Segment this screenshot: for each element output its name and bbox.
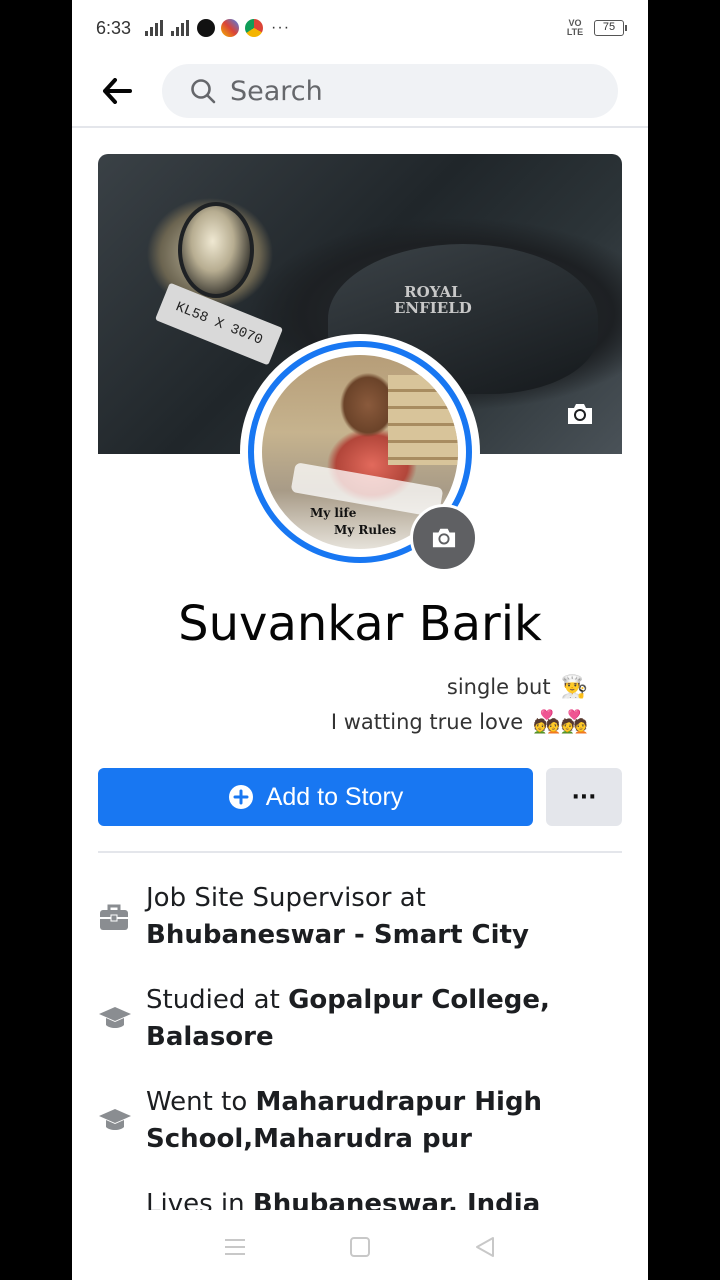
divider [98, 851, 622, 853]
signal-icon [145, 20, 164, 36]
detail-work[interactable]: Job Site Supervisor at Bhubaneswar - Smar… [98, 880, 622, 954]
search-bar[interactable] [162, 64, 618, 118]
detail-lives-in[interactable]: Lives in Bhubaneswar, India [98, 1186, 622, 1210]
detail-school-prefix: Went to [146, 1087, 248, 1117]
system-navigation-bar [72, 1214, 648, 1280]
detail-school[interactable]: Went to Maharudrapur High School,Maharud… [98, 1084, 622, 1158]
briefcase-icon [98, 880, 146, 936]
profile-bio: single but 👨‍🍳 I watting true love 💑💑 [331, 670, 588, 740]
back-button[interactable] [72, 61, 162, 121]
cover-headlamp [178, 202, 254, 298]
search-icon [191, 79, 216, 104]
avatar-caption: My life My Rules [310, 506, 397, 537]
chrome-icon [245, 19, 264, 37]
more-dots-icon: ··· [571, 784, 597, 810]
home-square-icon[interactable] [349, 1236, 371, 1258]
top-app-bar [72, 56, 648, 128]
avatar-background-shelf [388, 375, 458, 465]
home-icon [98, 1186, 146, 1210]
detail-lives-value[interactable]: Bhubaneswar, India [253, 1189, 540, 1210]
profile-name: Suvankar Barik [178, 596, 542, 652]
phone-screen: 6:33 ··· VO LTE 75 ROYAL ENFIELD KL58 X … [72, 0, 648, 1280]
graduation-cap-icon [98, 982, 146, 1036]
signal-2-icon [171, 20, 190, 36]
camera-icon [432, 528, 456, 548]
edit-profile-picture-button[interactable] [410, 504, 478, 572]
status-bar: 6:33 ··· VO LTE 75 [72, 0, 648, 56]
volte-indicator: VO LTE [566, 18, 584, 37]
graduation-cap-icon [98, 1084, 146, 1138]
bio-line-2: I watting true love [330, 710, 524, 734]
edit-cover-button[interactable] [562, 396, 598, 432]
chef-emoji-icon: 👨‍🍳 [560, 675, 588, 700]
search-input[interactable] [230, 75, 610, 107]
cover-brand-text: ROYAL ENFIELD [394, 283, 472, 317]
plus-circle-icon [228, 785, 253, 809]
couple-emoji-icon: 💑💑 [533, 710, 588, 735]
intro-details: Job Site Supervisor at Bhubaneswar - Smar… [98, 880, 622, 1210]
status-time: 6:33 [96, 17, 132, 38]
bio-line-1: single but [446, 675, 551, 699]
menu-icon[interactable] [224, 1238, 246, 1256]
detail-work-prefix: Job Site Supervisor at [146, 883, 426, 913]
tiktok-icon [197, 19, 216, 37]
arrow-left-icon [103, 78, 132, 104]
back-triangle-icon[interactable] [474, 1236, 496, 1258]
detail-lives-prefix: Lives in [146, 1189, 245, 1210]
app-notification-icon [221, 19, 240, 37]
detail-college-prefix: Studied at [146, 985, 280, 1015]
add-to-story-label: Add to Story [265, 782, 404, 811]
add-to-story-button[interactable]: Add to Story [98, 768, 533, 826]
camera-icon [568, 404, 592, 424]
detail-work-value[interactable]: Bhubaneswar - Smart City [146, 920, 529, 950]
detail-college[interactable]: Studied at Gopalpur College, Balasore [98, 982, 622, 1056]
more-options-button[interactable]: ··· [546, 768, 622, 826]
more-notifications: ··· [271, 19, 291, 36]
battery-icon: 75 [594, 20, 627, 36]
